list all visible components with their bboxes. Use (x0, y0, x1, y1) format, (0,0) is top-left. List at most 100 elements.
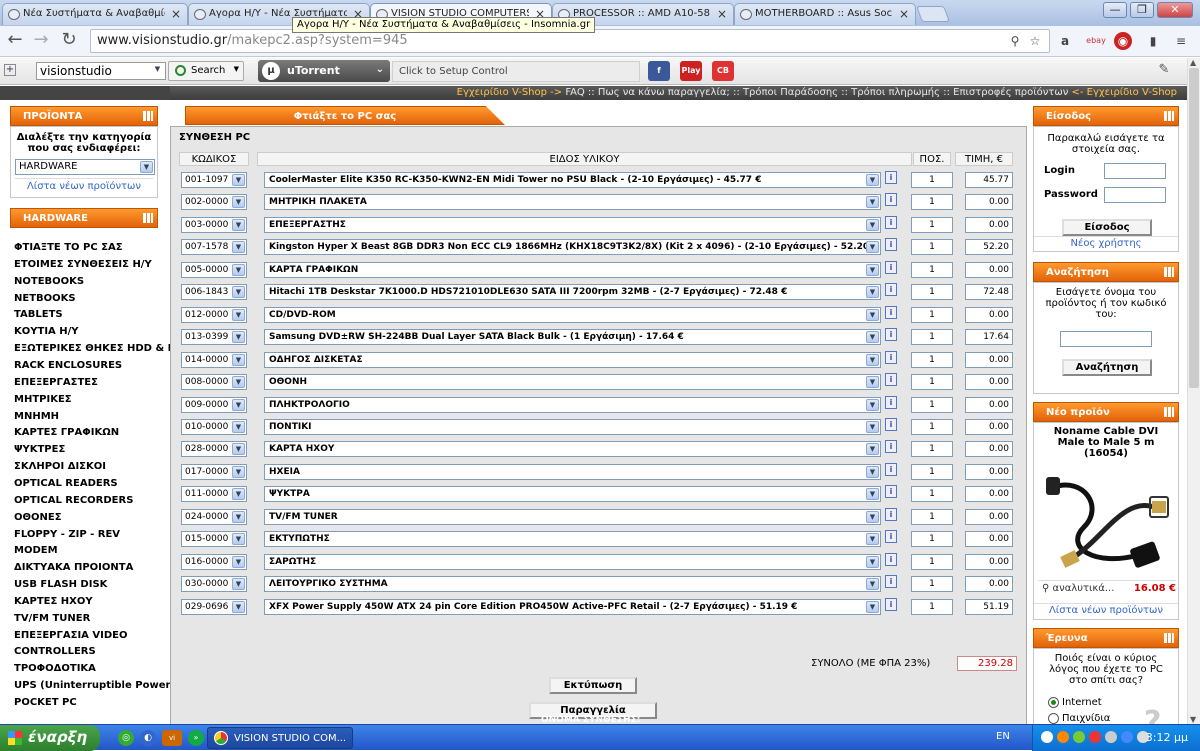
nav-link-manual-end[interactable]: <- Εγχειρίδιο V-Shop (1071, 87, 1177, 98)
nav-link-payment[interactable]: Τρόποι πληρωμής (851, 87, 940, 98)
minimize-button[interactable]: — (1103, 2, 1127, 18)
search-button[interactable]: Αναζήτηση (1062, 359, 1152, 376)
category-select[interactable]: HARDWARE ▼ (15, 159, 155, 175)
component-select[interactable]: ΠΛΗΚΤΡΟΛΟΓΙΟ ▼ (264, 396, 881, 413)
info-icon[interactable]: i (885, 597, 897, 611)
password-input[interactable] (1104, 187, 1166, 203)
nav-link-how-to-order[interactable]: Πως να κάνω παραγγελία; (598, 87, 730, 98)
quantity-input[interactable]: 1 (911, 396, 953, 413)
scroll-thumb[interactable] (1189, 68, 1199, 388)
new-product-details-link[interactable]: ⚲ αναλυτικά... (1042, 583, 1114, 594)
info-icon[interactable]: i (885, 462, 897, 476)
info-icon[interactable]: i (885, 440, 897, 454)
component-code-select[interactable]: 007-1578 ▼ (181, 239, 247, 256)
component-code-select[interactable]: 005-0000 ▼ (181, 261, 247, 278)
quicklaunch-icon[interactable]: ◎ (118, 730, 134, 746)
component-select[interactable]: ΟΔΗΓΟΣ ΔΙΣΚΕΤΑΣ ▼ (264, 351, 881, 368)
ebay-icon[interactable]: ebay (1085, 32, 1107, 50)
component-code-select[interactable]: 010-0000 ▼ (181, 418, 247, 435)
new-tab-button[interactable] (916, 6, 950, 22)
hardware-category-link[interactable]: ΤΡΟΦΟΔΟΤΙΚΑ (14, 661, 160, 678)
quantity-input[interactable]: 1 (911, 329, 953, 346)
info-icon[interactable]: i (885, 530, 897, 544)
info-icon[interactable]: i (885, 350, 897, 364)
quantity-input[interactable]: 1 (911, 261, 953, 278)
toolbar-search-button[interactable]: Search ▼ (168, 61, 244, 81)
quantity-input[interactable]: 1 (911, 598, 953, 615)
play-icon[interactable]: Play (680, 61, 702, 81)
hardware-category-link[interactable]: ΕΠΕΞΕΡΓΑΣΙΑ VIDEO (14, 628, 160, 645)
hardware-category-link[interactable]: ΜΝΗΜΗ (14, 409, 160, 426)
component-select[interactable]: ΗΧΕΙΑ ▼ (264, 463, 881, 480)
component-code-select[interactable]: 030-0000 ▼ (181, 576, 247, 593)
quantity-input[interactable]: 1 (911, 172, 953, 188)
extension-icon[interactable]: ◉ (1114, 32, 1132, 50)
new-product-name[interactable]: Noname Cable DVI Male to Male 5 m (16054… (1034, 423, 1178, 459)
component-select[interactable]: CoolerMaster Elite K350 RC-K350-KWN2-EN … (264, 172, 881, 188)
close-tab-icon[interactable]: × (899, 7, 909, 21)
component-code-select[interactable]: 012-0000 ▼ (181, 306, 247, 323)
bookmark-star-icon[interactable]: ☆ (1026, 32, 1044, 50)
component-select[interactable]: ΕΠΕΞΕΡΓΑΣΤΗΣ ▼ (264, 216, 881, 233)
component-code-select[interactable]: 014-0000 ▼ (181, 351, 247, 368)
component-code-select[interactable]: 016-0000 ▼ (181, 553, 247, 570)
hardware-category-link[interactable]: ΜΗΤΡΙΚΕΣ (14, 392, 160, 409)
taskbar-window-button[interactable]: VISION STUDIO COM... (207, 727, 353, 749)
component-select[interactable]: ΜΗΤΡΙΚΗ ΠΛΑΚΕΤΑ ▼ (264, 194, 881, 211)
hardware-category-link[interactable]: USB FLASH DISK (14, 577, 160, 594)
info-icon[interactable]: i (885, 283, 897, 297)
component-select[interactable]: CD/DVD-ROM ▼ (264, 306, 881, 323)
info-icon[interactable]: i (885, 552, 897, 566)
hardware-category-link[interactable]: NETBOOKS (14, 291, 160, 308)
component-code-select[interactable]: 017-0000 ▼ (181, 463, 247, 480)
stats-icon[interactable]: ▮ (1144, 32, 1162, 50)
hardware-category-link[interactable]: OPTICAL READERS (14, 476, 160, 493)
plus-icon[interactable]: + (4, 64, 16, 76)
quicklaunch-chevron-icon[interactable]: » (188, 730, 204, 746)
hardware-category-link[interactable]: ΕΠΕΞΕΡΓΑΣΤΕΣ (14, 375, 160, 392)
login-input[interactable] (1104, 163, 1166, 179)
scroll-up-icon[interactable]: ▲ (1190, 58, 1196, 67)
hardware-category-link[interactable]: ΕΤΟΙΜΕΣ ΣΥΝΘΕΣΕΙΣ Η/Υ (14, 257, 160, 274)
menu-icon[interactable]: ≡ (1172, 32, 1190, 50)
build-pc-tab[interactable]: Φτιάξτε το PC σας (185, 106, 505, 125)
tray-icon[interactable] (1121, 731, 1133, 743)
component-code-select[interactable]: 009-0000 ▼ (181, 396, 247, 413)
print-button[interactable]: Εκτύπωση (549, 677, 637, 694)
hardware-category-link[interactable]: POCKET PC (14, 695, 160, 712)
hardware-category-link[interactable]: ΔΙΚΤΥΑΚΑ ΠΡΟΙΟΝΤΑ (14, 560, 160, 577)
hardware-category-link[interactable]: OPTICAL RECORDERS (14, 493, 160, 510)
info-icon[interactable]: i (885, 328, 897, 342)
component-code-select[interactable]: 015-0000 ▼ (181, 531, 247, 548)
toolbar-search-input[interactable]: visionstudio ▼ (36, 62, 166, 80)
amazon-icon[interactable]: a (1056, 32, 1074, 50)
quantity-input[interactable]: 1 (911, 508, 953, 525)
tray-icon[interactable] (1073, 731, 1085, 743)
info-icon[interactable]: i (885, 395, 897, 409)
dvi-cable-image[interactable] (1044, 467, 1170, 577)
hardware-category-link[interactable]: FLOPPY - ZIP - REV (14, 527, 160, 544)
nav-link-returns[interactable]: Επιστροφές προϊόντων (953, 87, 1068, 98)
hardware-category-link[interactable]: TABLETS (14, 307, 160, 324)
browser-tab[interactable]: Νέα Συστήματα & Αναβαθμίσ × (2, 3, 188, 25)
component-select[interactable]: ΣΑΡΩΤΗΣ ▼ (264, 553, 881, 570)
info-icon[interactable]: i (885, 575, 897, 589)
new-products-link[interactable]: Λίστα νέων προϊόντων (15, 178, 153, 192)
cb-icon[interactable]: CB (712, 61, 734, 81)
hardware-category-link[interactable]: ΚΑΡΤΕΣ ΓΡΑΦΙΚΩΝ (14, 425, 160, 442)
start-button[interactable]: έναρξη (0, 725, 100, 751)
component-select[interactable]: Samsung DVD±RW SH-224BB Dual Layer SATA … (264, 329, 881, 346)
hardware-category-link[interactable]: CONTROLLERS (14, 644, 160, 661)
info-icon[interactable]: i (885, 305, 897, 319)
info-icon[interactable]: i (885, 417, 897, 431)
quantity-input[interactable]: 1 (911, 463, 953, 480)
quantity-input[interactable]: 1 (911, 553, 953, 570)
tray-icon[interactable] (1105, 731, 1117, 743)
poll-option-internet[interactable]: Internet (1048, 697, 1102, 708)
quicklaunch-icon[interactable]: vi (162, 730, 182, 746)
quantity-input[interactable]: 1 (911, 486, 953, 503)
setup-control[interactable]: Click to Setup Control (392, 61, 640, 82)
hardware-category-link[interactable]: NOTEBOOKS (14, 274, 160, 291)
back-arrow-icon[interactable]: ← (4, 30, 26, 52)
info-icon[interactable]: i (885, 193, 897, 207)
